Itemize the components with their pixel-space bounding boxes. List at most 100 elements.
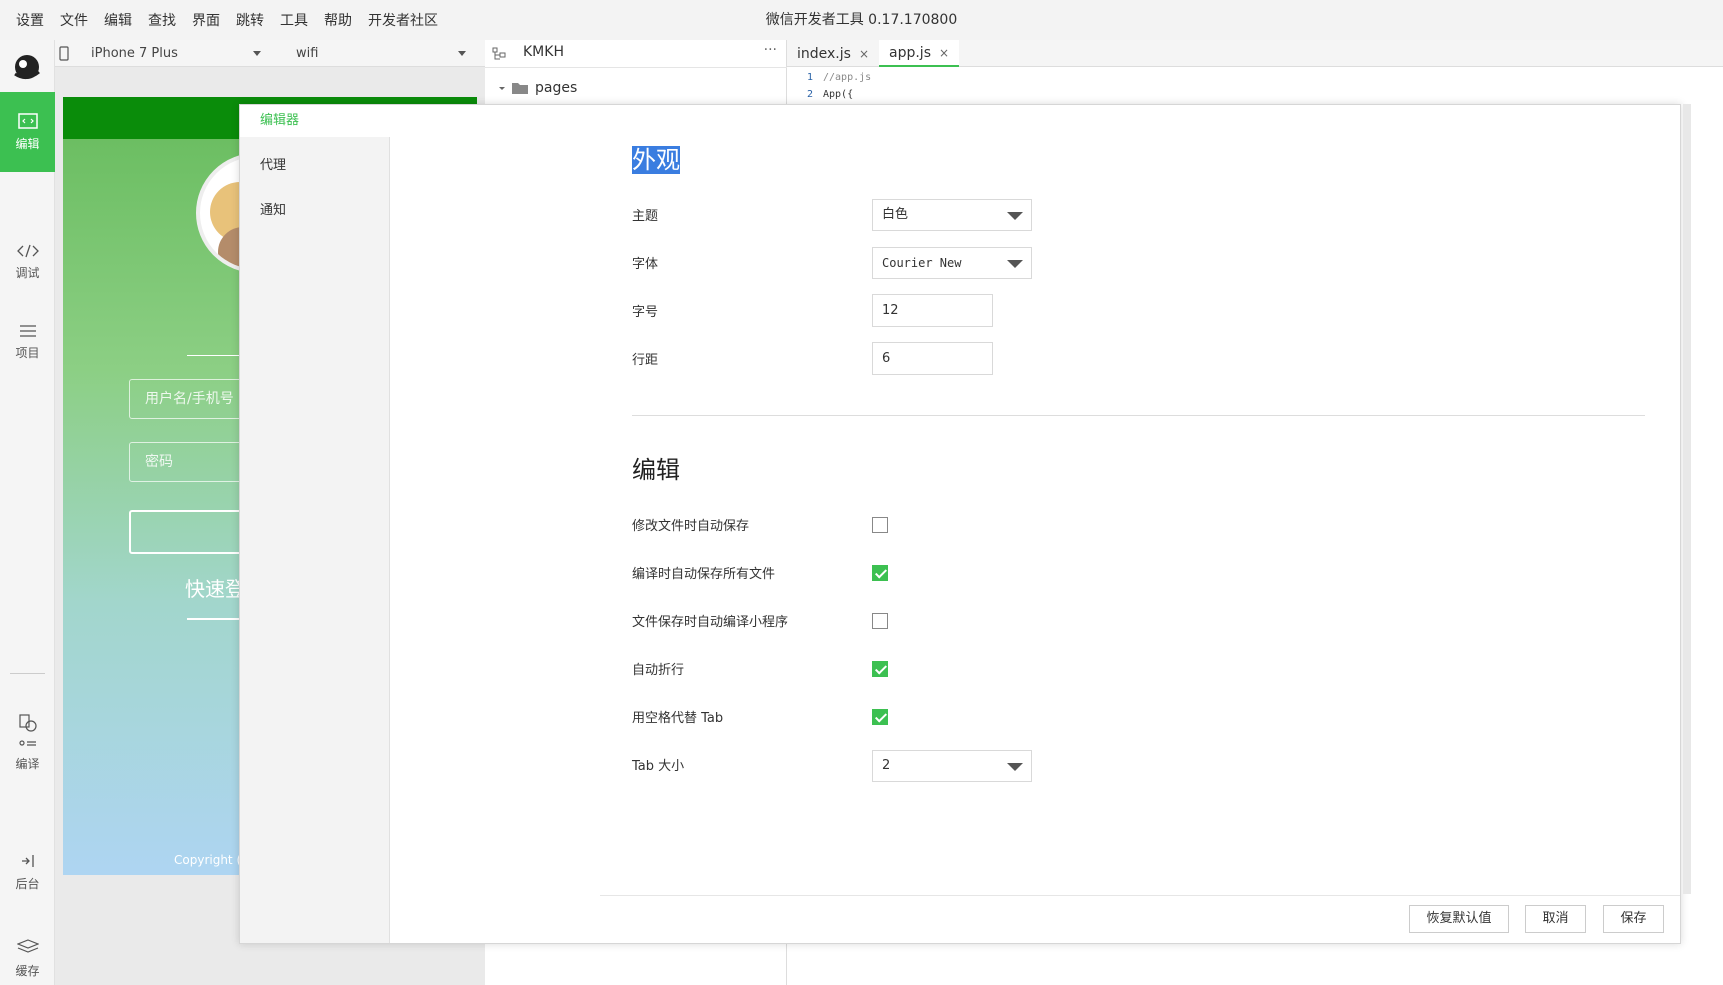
line-text: App({: [823, 89, 854, 100]
section-divider: [632, 415, 1645, 416]
line-text: //app.js: [823, 72, 872, 83]
line-spacing-input[interactable]: 6: [872, 342, 993, 375]
folder-label: pages: [535, 80, 578, 96]
close-icon[interactable]: ×: [939, 40, 949, 66]
tab-size-value: 2: [882, 758, 891, 773]
menu-view[interactable]: 界面: [192, 10, 220, 30]
code-line: 1 //app.js: [787, 69, 1723, 86]
sidebar-project-button[interactable]: 项目: [0, 302, 55, 382]
font-select[interactable]: Courier New: [872, 247, 1032, 279]
caret-down-icon: [499, 87, 505, 90]
tab-size-label: Tab 大小: [632, 759, 685, 774]
appearance-title: 外观: [632, 146, 680, 174]
device-select[interactable]: iPhone 7 Plus: [91, 40, 178, 67]
word-wrap-checkbox[interactable]: [872, 661, 888, 677]
sidebar-edit-label: 编辑: [15, 136, 40, 151]
sidebar-debug-button[interactable]: 调试: [0, 222, 55, 302]
folder-row-pages[interactable]: pages: [497, 80, 577, 96]
sidebar-divider: [10, 673, 45, 674]
menu-find[interactable]: 查找: [148, 10, 176, 30]
backend-icon: [21, 854, 34, 867]
tab-label: index.js: [797, 45, 851, 62]
menu-community[interactable]: 开发者社区: [368, 10, 438, 30]
menu-tools[interactable]: 工具: [280, 10, 308, 30]
phone-icon: [59, 46, 69, 61]
tab-size-select[interactable]: 2: [872, 750, 1032, 782]
more-options-icon[interactable]: ···: [764, 42, 777, 58]
option-label: 编译时自动保存所有文件: [632, 567, 776, 582]
code-editor-icon: [17, 112, 38, 129]
menu-edit[interactable]: 编辑: [104, 10, 132, 30]
sidebar-project-label: 项目: [15, 345, 40, 360]
chevron-down-icon: [1007, 763, 1023, 771]
font-value: Courier New: [882, 256, 962, 270]
sidebar-compile-label: 编译: [15, 756, 40, 771]
restore-defaults-button[interactable]: 恢复默认值: [1409, 905, 1509, 933]
sidebar-edit-button[interactable]: 编辑: [0, 92, 55, 172]
menu-file[interactable]: 文件: [60, 10, 88, 30]
option-label: 用空格代替 Tab: [632, 711, 724, 726]
sidebar-debug-label: 调试: [15, 265, 40, 280]
spaces-for-tab-checkbox[interactable]: [872, 709, 888, 725]
device-chevron-down-icon[interactable]: [253, 51, 261, 56]
menu-goto[interactable]: 跳转: [236, 10, 264, 30]
line-number: 2: [806, 89, 813, 100]
font-size-input[interactable]: 12: [872, 294, 993, 327]
editor-tabs: index.js × app.js ×: [787, 40, 1723, 67]
option-label: 文件保存时自动编译小程序: [632, 615, 789, 630]
nav-proxy[interactable]: 代理: [240, 150, 390, 182]
menubar: 设置 文件 编辑 查找 界面 跳转 工具 帮助 开发者社区 微信开发者工具 0.…: [0, 0, 1723, 40]
folder-icon: [512, 83, 528, 94]
nav-notification[interactable]: 通知: [240, 195, 390, 227]
sidebar-cache-button[interactable]: 缓存: [0, 918, 55, 985]
app-logo-icon: [14, 55, 40, 79]
code-line: 2 App({: [787, 86, 1723, 103]
left-sidebar: 编辑 调试 项目 编译 后台 缓存: [0, 40, 55, 985]
layers-icon: [16, 938, 39, 953]
line-number: 1: [806, 72, 813, 83]
menu-items: 设置 文件 编辑 查找 界面 跳转 工具 帮助 开发者社区: [0, 10, 454, 30]
code-content[interactable]: 1 //app.js 2 App({: [787, 69, 1723, 103]
chevron-down-icon: [1007, 260, 1023, 268]
option-label: 自动折行: [632, 663, 685, 678]
network-chevron-down-icon[interactable]: [458, 51, 466, 56]
simulator-toolbar: iPhone 7 Plus wifi: [55, 40, 485, 67]
menu-settings[interactable]: 设置: [16, 10, 44, 30]
font-label: 字体: [632, 257, 659, 272]
save-all-on-compile-checkbox[interactable]: [872, 565, 888, 581]
close-icon[interactable]: ×: [859, 41, 869, 67]
sidebar-backend-button[interactable]: 后台: [0, 832, 55, 912]
compile-on-save-checkbox[interactable]: [872, 613, 888, 629]
copyright-text: Copyright (: [174, 853, 242, 867]
sidebar-backend-label: 后台: [15, 876, 40, 891]
tree-structure-icon[interactable]: [491, 46, 507, 62]
theme-label: 主题: [632, 209, 659, 224]
menu-lines-icon: [19, 324, 36, 337]
option-label: 修改文件时自动保存: [632, 519, 750, 534]
project-name: KMKH: [523, 44, 564, 60]
tab-app-js[interactable]: app.js ×: [879, 40, 960, 67]
file-tree-header: KMKH ···: [485, 40, 787, 68]
theme-select[interactable]: 白色: [872, 199, 1032, 231]
sidebar-cache-label: 缓存: [15, 963, 40, 978]
sidebar-compile-button[interactable]: 编译: [0, 692, 55, 792]
settings-body: 外观 主题 白色 字体 Courier New 字号 12 行距 6 编辑 修改…: [390, 105, 1680, 943]
menu-help[interactable]: 帮助: [324, 10, 352, 30]
theme-value: 白色: [882, 207, 909, 222]
nav-editor[interactable]: 编辑器: [240, 105, 390, 137]
footer-divider: [600, 895, 1680, 896]
quick-login-link[interactable]: 快速登: [185, 573, 245, 602]
auto-save-on-change-checkbox[interactable]: [872, 517, 888, 533]
compile-icon: [18, 713, 37, 746]
chevron-down-icon: [1007, 212, 1023, 220]
font-size-label: 字号: [632, 305, 659, 320]
network-select[interactable]: wifi: [296, 40, 318, 67]
code-brackets-icon: [16, 244, 39, 257]
tab-index-js[interactable]: index.js ×: [787, 40, 879, 67]
edit-title: 编辑: [632, 456, 680, 484]
line-spacing-label: 行距: [632, 353, 659, 368]
cancel-button[interactable]: 取消: [1525, 905, 1586, 933]
settings-dialog: 编辑器 代理 通知 外观 主题 白色 字体 Courier New 字号 12 …: [239, 104, 1681, 944]
scrollbar[interactable]: [1683, 104, 1691, 894]
save-button[interactable]: 保存: [1603, 905, 1664, 933]
